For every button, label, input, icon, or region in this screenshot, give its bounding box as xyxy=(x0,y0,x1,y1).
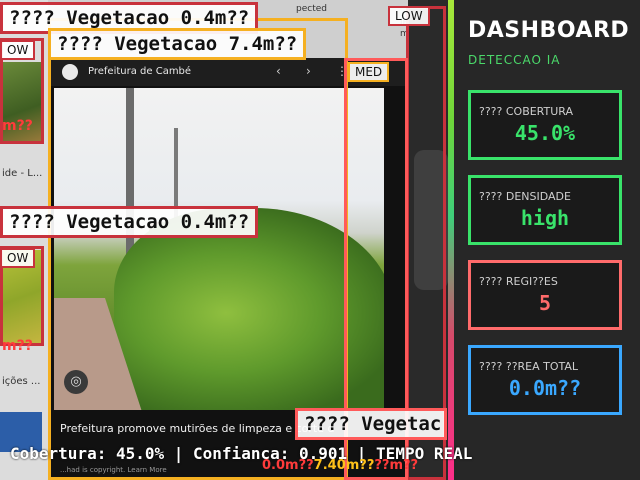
area-label: m?? xyxy=(2,338,33,354)
card-value: high xyxy=(520,206,570,230)
risk-level-tag: LOW xyxy=(388,6,430,26)
card-value: 0.0m?? xyxy=(508,376,582,400)
area-label: m?? xyxy=(2,118,33,134)
area-yellow: 7.40m?? xyxy=(313,458,375,473)
thumbnail-text: ições ... xyxy=(2,376,41,387)
risk-level-tag: OW xyxy=(0,248,36,268)
card-value: 45.0% xyxy=(514,121,576,145)
dashboard-panel: DASHBOARD DETECCAO IA ???? COBERTURA 45.… xyxy=(454,0,640,480)
card-label: ???? REGI??ES xyxy=(479,275,558,288)
detection-label: ???? Vegetacao 7.4m?? xyxy=(48,28,307,60)
card-label: ???? COBERTURA xyxy=(479,105,574,118)
detection-label: ???? Vegetac xyxy=(295,408,447,440)
card-label: ???? DENSIDADE xyxy=(479,190,571,203)
thumbnail-text: ide - L... xyxy=(2,168,43,179)
regions-card: ???? REGI??ES 5 xyxy=(468,260,622,330)
total-area-card: ???? ??REA TOTAL 0.0m?? xyxy=(468,345,622,415)
card-label: ???? ??REA TOTAL xyxy=(479,360,579,373)
detection-label: ???? Vegetacao 0.4m?? xyxy=(0,206,259,238)
dashboard-title: DASHBOARD xyxy=(468,18,630,43)
risk-level-tag: OW xyxy=(0,40,36,60)
dashboard-subtitle: DETECCAO IA xyxy=(468,53,561,67)
card-value: 5 xyxy=(538,291,552,315)
footer-area-readout: 0.0m??7.40m????m?? xyxy=(262,458,418,473)
coverage-card: ???? COBERTURA 45.0% xyxy=(468,90,622,160)
risk-level-tag: MED xyxy=(348,62,390,82)
area-red-2: ??m?? xyxy=(374,458,419,473)
area-red: 0.0m?? xyxy=(262,458,314,473)
background-text: pected xyxy=(296,4,327,14)
density-card: ???? DENSIDADE high xyxy=(468,175,622,245)
